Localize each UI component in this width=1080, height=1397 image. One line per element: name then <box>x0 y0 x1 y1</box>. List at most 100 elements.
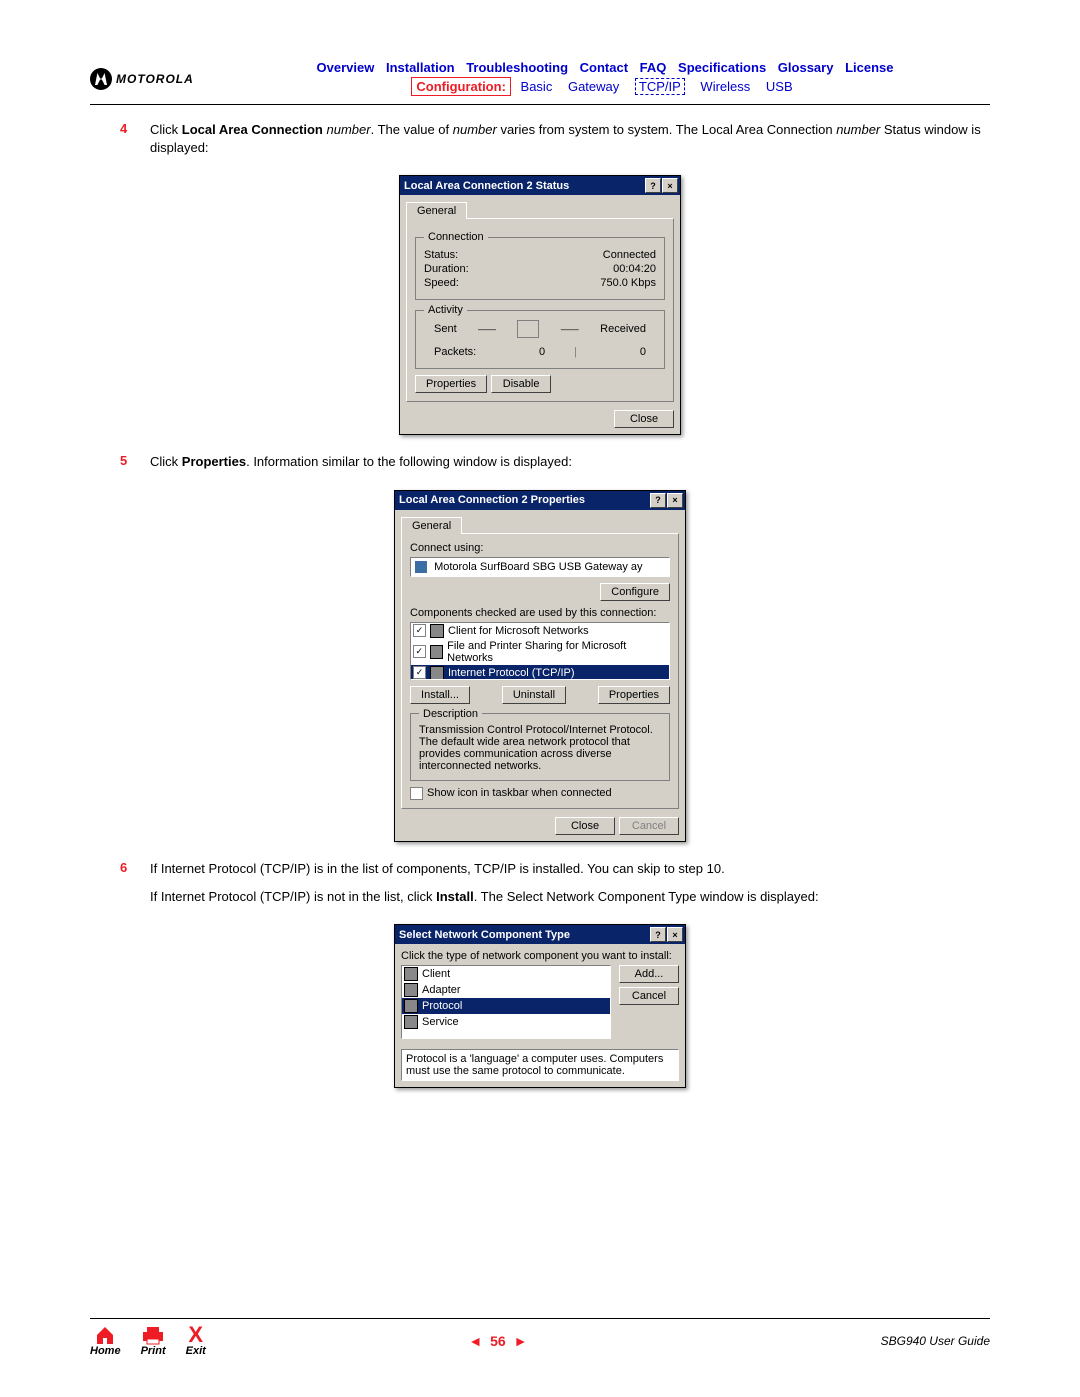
type-adapter[interactable]: Adapter <box>402 982 610 998</box>
close-button[interactable]: Close <box>614 410 674 428</box>
close-icon[interactable]: × <box>662 178 678 193</box>
install-button[interactable]: Install... <box>410 686 470 704</box>
page-footer: Home Print X Exit ◄ 56 ► SBG940 User Gui… <box>90 1318 990 1357</box>
close-icon[interactable]: × <box>667 493 683 508</box>
select-hint: Protocol is a 'language' a computer uses… <box>401 1049 679 1081</box>
nav-basic[interactable]: Basic <box>521 79 553 94</box>
adapter-icon <box>404 983 418 997</box>
nav-configuration-current: Configuration: <box>411 77 511 96</box>
select-component-title: Select Network Component Type <box>399 929 570 941</box>
nav-license[interactable]: License <box>845 60 893 75</box>
type-protocol[interactable]: Protocol <box>402 998 610 1014</box>
packets-received-value: 0 <box>606 346 646 358</box>
protocol-icon <box>404 999 418 1013</box>
exit-icon: X <box>186 1325 206 1345</box>
lac-status-dialog: Local Area Connection 2 Status ? × Gener… <box>399 175 681 435</box>
nav-wireless[interactable]: Wireless <box>700 79 750 94</box>
duration-label: Duration: <box>424 263 469 275</box>
nav-glossary[interactable]: Glossary <box>778 60 834 75</box>
tab-general-props[interactable]: General <box>401 517 462 534</box>
nav-secondary: Configuration: Basic Gateway TCP/IP Wire… <box>220 79 990 94</box>
type-service[interactable]: Service <box>402 1014 610 1030</box>
motorola-batwing-icon <box>90 68 112 90</box>
properties-button-2[interactable]: Properties <box>598 686 670 704</box>
step-6: 6 If Internet Protocol (TCP/IP) is in th… <box>120 860 990 916</box>
connection-group: Connection Status:Connected Duration:00:… <box>415 231 665 300</box>
components-listbox[interactable]: ✓Client for Microsoft Networks ✓File and… <box>410 622 670 680</box>
client-icon <box>404 967 418 981</box>
add-button[interactable]: Add... <box>619 965 679 983</box>
nav-usb[interactable]: USB <box>766 79 793 94</box>
lac-status-title: Local Area Connection 2 Status <box>404 180 569 192</box>
nav-tcpip[interactable]: TCP/IP <box>635 78 685 95</box>
properties-button[interactable]: Properties <box>415 375 487 393</box>
uninstall-button[interactable]: Uninstall <box>502 686 566 704</box>
nav-faq[interactable]: FAQ <box>640 60 667 75</box>
lac-properties-title: Local Area Connection 2 Properties <box>399 494 585 506</box>
components-label: Components checked are used by this conn… <box>410 607 670 619</box>
component-client[interactable]: ✓Client for Microsoft Networks <box>411 623 669 639</box>
description-group: Description Transmission Control Protoco… <box>410 708 670 781</box>
service-icon <box>404 1015 418 1029</box>
nav-contact[interactable]: Contact <box>580 60 628 75</box>
packets-sent-value: 0 <box>505 346 545 358</box>
show-icon-checkbox[interactable]: Show icon in taskbar when connected <box>410 787 670 800</box>
sent-label: Sent <box>434 323 457 335</box>
nav-troubleshooting[interactable]: Troubleshooting <box>466 60 568 75</box>
help-icon[interactable]: ? <box>650 927 666 942</box>
help-icon[interactable]: ? <box>645 178 661 193</box>
adapter-name: Motorola SurfBoard SBG USB Gateway ay <box>434 561 642 573</box>
print-link[interactable]: Print <box>141 1325 166 1357</box>
print-icon <box>141 1325 165 1345</box>
lac-properties-dialog: Local Area Connection 2 Properties ? × G… <box>394 490 686 842</box>
adapter-field: Motorola SurfBoard SBG USB Gateway ay <box>410 557 670 577</box>
step-6-p2: If Internet Protocol (TCP/IP) is not in … <box>150 888 990 906</box>
received-label: Received <box>600 323 646 335</box>
prev-page-arrow[interactable]: ◄ <box>468 1333 482 1349</box>
motorola-logo: MOTOROLA <box>90 68 220 90</box>
configure-button[interactable]: Configure <box>600 583 670 601</box>
connect-using-label: Connect using: <box>410 542 670 554</box>
nav-specifications[interactable]: Specifications <box>678 60 766 75</box>
step-5: 5 Click Properties. Information similar … <box>120 453 990 481</box>
speed-value: 750.0 Kbps <box>600 277 656 289</box>
activity-legend: Activity <box>424 304 467 316</box>
cancel-button-2[interactable]: Cancel <box>619 987 679 1005</box>
close-button-2[interactable]: Close <box>555 817 615 835</box>
home-link[interactable]: Home <box>90 1325 121 1357</box>
activity-group: Activity Sent —— —— Received Packets: 0 <box>415 304 665 369</box>
disable-button[interactable]: Disable <box>491 375 551 393</box>
description-text: Transmission Control Protocol/Internet P… <box>419 724 661 772</box>
tab-general[interactable]: General <box>406 202 467 219</box>
brand-text: MOTOROLA <box>116 72 194 86</box>
nav-primary: Overview Installation Troubleshooting Co… <box>220 60 990 75</box>
status-value: Connected <box>603 249 656 261</box>
network-adapter-icon <box>415 561 427 573</box>
component-fileprint[interactable]: ✓File and Printer Sharing for Microsoft … <box>411 639 669 665</box>
printer-icon <box>430 645 444 659</box>
cancel-button: Cancel <box>619 817 679 835</box>
step-4-text: Click Local Area Connection number. The … <box>150 121 990 157</box>
nav-gateway[interactable]: Gateway <box>568 79 619 94</box>
select-instruction: Click the type of network component you … <box>401 950 679 962</box>
next-page-arrow[interactable]: ► <box>514 1333 528 1349</box>
step-4-number: 4 <box>120 121 150 167</box>
guide-title: SBG940 User Guide <box>790 1334 990 1348</box>
component-tcpip[interactable]: ✓Internet Protocol (TCP/IP) <box>411 665 669 680</box>
component-type-listbox[interactable]: Client Adapter Protocol Service <box>401 965 611 1039</box>
close-icon[interactable]: × <box>667 927 683 942</box>
nav-overview[interactable]: Overview <box>317 60 375 75</box>
step-6-number: 6 <box>120 860 150 916</box>
exit-link[interactable]: X Exit <box>186 1325 206 1357</box>
connection-legend: Connection <box>424 231 488 243</box>
step-5-text: Click Properties. Information similar to… <box>150 453 990 471</box>
packets-label: Packets: <box>434 346 476 358</box>
nav-installation[interactable]: Installation <box>386 60 455 75</box>
type-client[interactable]: Client <box>402 966 610 982</box>
home-icon <box>94 1325 116 1345</box>
protocol-icon <box>430 666 444 680</box>
client-icon <box>430 624 444 638</box>
help-icon[interactable]: ? <box>650 493 666 508</box>
select-component-dialog: Select Network Component Type ? × Click … <box>394 924 686 1088</box>
step-4: 4 Click Local Area Connection number. Th… <box>120 121 990 167</box>
